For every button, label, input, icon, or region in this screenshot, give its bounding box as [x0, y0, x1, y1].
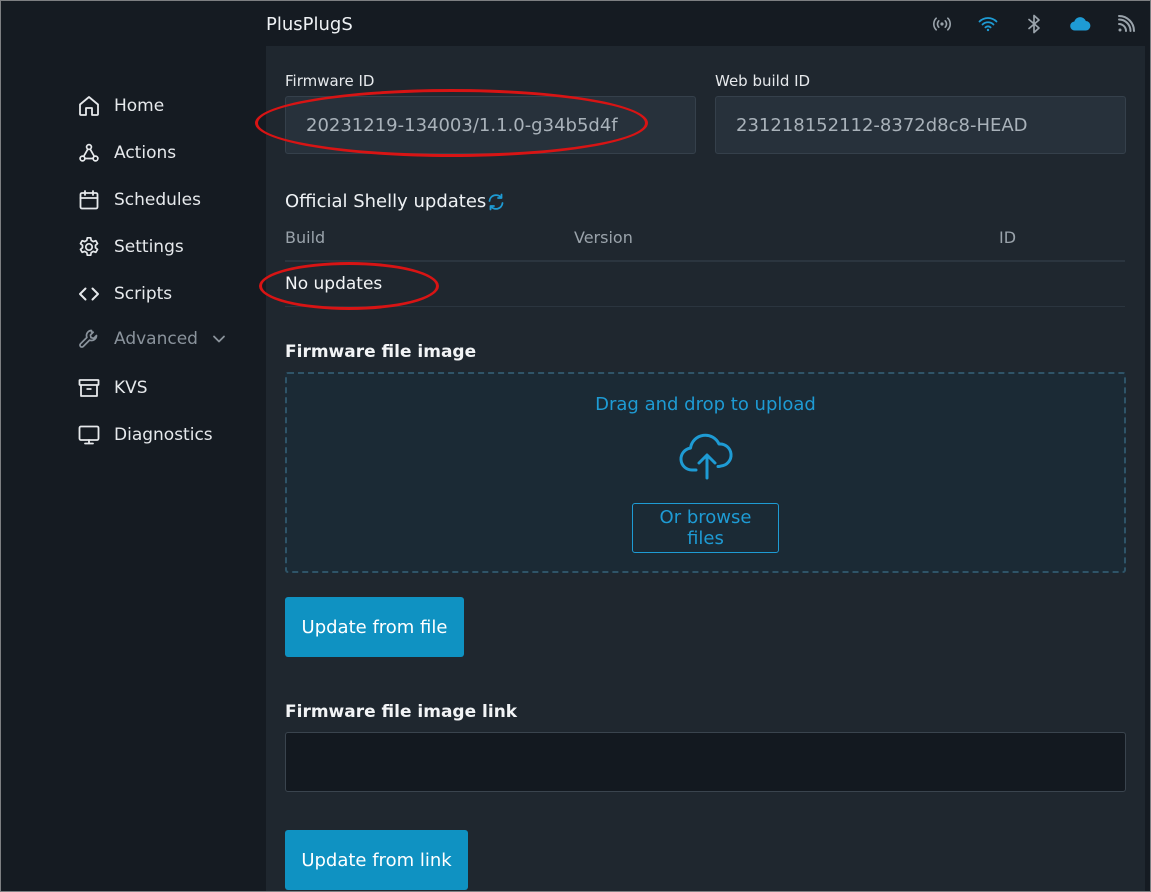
sidebar-item-advanced[interactable]: Advanced	[76, 324, 226, 354]
table-row: No updates	[285, 261, 1125, 307]
sidebar-item-label: KVS	[114, 378, 148, 398]
update-from-link-button[interactable]: Update from link	[285, 830, 468, 890]
sidebar-item-home[interactable]: Home	[76, 91, 164, 121]
refresh-icon[interactable]	[485, 191, 507, 213]
sidebar-item-schedules[interactable]: Schedules	[76, 185, 201, 215]
code-icon	[76, 281, 102, 307]
app-title: PlusPlugS	[266, 14, 353, 35]
main-content: Firmware ID 20231219-134003/1.1.0-g34b5d…	[266, 46, 1145, 892]
gear-icon	[76, 234, 102, 260]
top-bar: PlusPlugS	[0, 0, 1151, 46]
web-build-id-field[interactable]: 231218152112-8372d8c8-HEAD	[715, 96, 1126, 154]
archive-icon	[76, 375, 102, 401]
firmware-id-label: Firmware ID	[285, 72, 375, 90]
bluetooth-icon[interactable]	[1023, 14, 1045, 34]
calendar-icon	[76, 187, 102, 213]
firmware-file-image-title: Firmware file image	[285, 342, 477, 362]
sidebar-item-label: Actions	[114, 143, 177, 163]
cloud-upload-icon	[679, 433, 733, 480]
rss-icon[interactable]	[1115, 14, 1137, 34]
cloud-icon[interactable]	[1069, 14, 1091, 34]
sidebar-item-label: Home	[114, 96, 165, 116]
updates-table-header: Build Version ID	[285, 226, 1125, 262]
sidebar-item-label: Advanced	[114, 329, 198, 349]
firmware-file-link-title: Firmware file image link	[285, 702, 518, 722]
home-icon	[76, 93, 102, 119]
sidebar-item-label: Schedules	[114, 190, 201, 210]
dropzone-text: Drag and drop to upload	[595, 394, 816, 415]
column-build: Build	[285, 228, 326, 247]
sidebar-item-settings[interactable]: Settings	[76, 232, 184, 262]
chevron-down-icon[interactable]	[212, 334, 226, 344]
webhook-icon	[76, 140, 102, 166]
monitor-icon	[76, 422, 102, 448]
sidebar-item-scripts[interactable]: Scripts	[76, 279, 172, 309]
wifi-icon[interactable]	[977, 14, 999, 34]
column-id: ID	[999, 228, 1017, 247]
sidebar-item-kvs[interactable]: KVS	[76, 373, 148, 403]
file-dropzone[interactable]: Drag and drop to upload Or browse files	[285, 372, 1126, 573]
status-icons	[931, 14, 1137, 34]
sidebar-item-label: Scripts	[114, 284, 173, 304]
sidebar: Home Actions Schedules Settings Scripts …	[0, 46, 265, 892]
sidebar-item-actions[interactable]: Actions	[76, 138, 176, 168]
wrench-icon	[76, 326, 102, 352]
sidebar-item-diagnostics[interactable]: Diagnostics	[76, 420, 213, 450]
column-version: Version	[574, 228, 633, 247]
web-build-id-label: Web build ID	[715, 72, 811, 90]
browse-files-button[interactable]: Or browse files	[632, 503, 779, 553]
firmware-id-field[interactable]: 20231219-134003/1.1.0-g34b5d4f	[285, 96, 696, 154]
sidebar-item-label: Settings	[114, 237, 184, 257]
sidebar-item-label: Diagnostics	[114, 425, 213, 445]
official-updates-title: Official Shelly updates	[285, 191, 487, 212]
firmware-link-input[interactable]	[285, 732, 1126, 792]
no-updates-text: No updates	[285, 274, 383, 294]
update-from-file-button[interactable]: Update from file	[285, 597, 464, 657]
signal-broadcast-icon[interactable]	[931, 14, 953, 34]
